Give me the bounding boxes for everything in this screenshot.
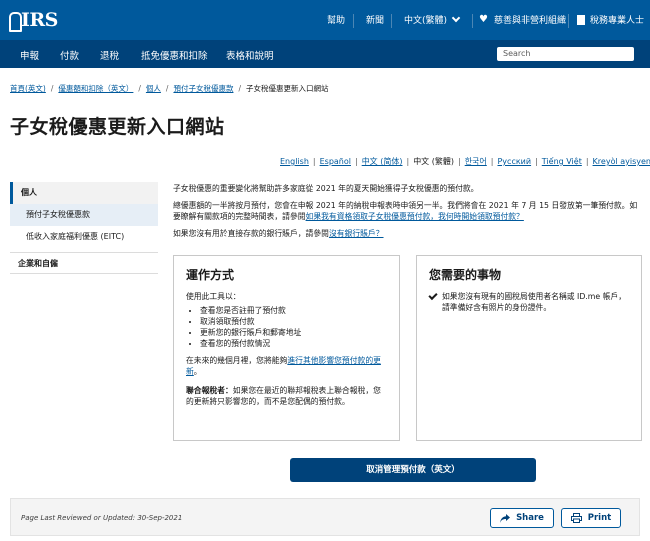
sidebar: 個人 預付子女稅優惠款 低收入家庭福利優惠 (EITC) 企業和自僱 xyxy=(10,182,158,274)
schedule-paragraph: 總優惠額的一半將按月預付，您會在申報 2021 年的納稅申報表時申領另一半。我們… xyxy=(173,200,638,222)
bank-paragraph: 如果您沒有用於直接存款的銀行賬戶，請參閱沒有銀行賬戶？ xyxy=(173,228,384,238)
breadcrumb-home[interactable]: 首頁(英文) xyxy=(10,84,46,93)
manage-payments-button[interactable]: 取消管理預付款（英文） xyxy=(290,458,536,482)
divider xyxy=(353,14,354,28)
logo-text: IRS xyxy=(21,9,58,31)
breadcrumb-credits[interactable]: 優惠額和扣除（英文） xyxy=(58,84,133,93)
news-link[interactable]: 新聞 xyxy=(366,13,384,26)
lang-english[interactable]: English xyxy=(280,157,309,166)
sidebar-item-business[interactable]: 企業和自僱 xyxy=(10,252,158,274)
share-icon xyxy=(500,513,511,523)
lang-korean[interactable]: 한국어 xyxy=(465,157,487,166)
top-bar: IRS 幫助 新聞 中文(繁體) ♥ 慈善與非營利組織 稅務專業人士 xyxy=(0,0,650,40)
divider xyxy=(568,14,569,28)
lang-russian[interactable]: Русский xyxy=(497,157,531,166)
lang-chinese-simplified[interactable]: 中文 (简体) xyxy=(362,157,403,166)
sidebar-item-child-credit[interactable]: 預付子女稅優惠款 xyxy=(10,204,158,226)
feature-list: 查看您是否註冊了預付款 取消領取預付款 更新您的銀行賬戶和郵寄地址 查看您的預付… xyxy=(200,305,387,349)
list-item: 取消領取預付款 xyxy=(200,316,387,327)
checkmark-icon xyxy=(428,290,438,301)
share-button[interactable]: Share xyxy=(490,508,554,528)
print-button[interactable]: Print xyxy=(561,508,621,528)
language-bar: English | Español | 中文 (简体) | 中文 (繁體) | 한국어 | Русс… xyxy=(280,157,650,166)
schedule-link[interactable]: 如果我有資格領取子女稅優惠預付款，我何時開始領取預付款？ xyxy=(306,212,524,221)
tax-pros-label: 稅務專業人士 xyxy=(590,16,645,26)
breadcrumb-individuals[interactable]: 個人 xyxy=(146,84,161,93)
intro-paragraph: 子女稅優惠的重要變化將幫助許多家庭從 2021 年的夏天開始獲得子女稅優惠的預付… xyxy=(173,184,479,193)
requirement-item: 如果您沒有現有的國稅局使用者名稱或 ID.me 帳戶，請準備好含有照片的身份證件… xyxy=(428,290,629,313)
divider xyxy=(472,14,473,28)
how-it-works-card: 運作方式 使用此工具以： 查看您是否註冊了預付款 取消領取預付款 更新您的銀行賬… xyxy=(173,255,400,441)
sidebar-item-personal[interactable]: 個人 xyxy=(10,182,158,204)
charities-link[interactable]: ♥ 慈善與非營利組織 xyxy=(479,13,566,26)
no-bank-account-link[interactable]: 沒有銀行賬戶？ xyxy=(329,229,384,238)
eagle-icon xyxy=(8,11,22,32)
printer-icon xyxy=(570,513,582,523)
card-title: 您需要的事物 xyxy=(429,268,502,282)
lang-chinese-traditional: 中文 (繁體) xyxy=(413,157,454,166)
card-intro: 使用此工具以： xyxy=(186,292,241,301)
what-you-need-card: 您需要的事物 如果您沒有現有的國稅局使用者名稱或 ID.me 帳戶，請準備好含有… xyxy=(416,255,642,441)
charities-label: 慈善與非營利組織 xyxy=(494,16,567,26)
lang-vietnamese[interactable]: Tiếng Việt xyxy=(542,157,582,166)
language-menu[interactable]: 中文(繁體) xyxy=(404,13,461,26)
list-item: 查看您是否註冊了預付款 xyxy=(200,305,387,316)
tax-pros-link[interactable]: 稅務專業人士 xyxy=(577,13,644,26)
document-icon xyxy=(577,14,585,25)
page-footer: Page Last Reviewed or Updated: 30-Sep-20… xyxy=(10,498,640,536)
nav-pay[interactable]: 付款 xyxy=(60,48,79,62)
future-updates-text: 在未來的幾個月裡，您將能夠進行其他影響您預付款的更新。 xyxy=(186,356,381,376)
last-reviewed-text: Page Last Reviewed or Updated: 30-Sep-20… xyxy=(21,514,183,522)
nav-file[interactable]: 申報 xyxy=(20,48,39,62)
irs-logo[interactable]: IRS xyxy=(8,9,58,32)
search-input[interactable]: Search xyxy=(497,47,634,61)
sidebar-item-eitc[interactable]: 低收入家庭福利優惠 (EITC) xyxy=(10,226,158,248)
language-label: 中文(繁體) xyxy=(404,16,448,26)
help-link[interactable]: 幫助 xyxy=(327,13,345,26)
list-item: 更新您的銀行賬戶和郵寄地址 xyxy=(200,327,387,338)
lang-spanish[interactable]: Español xyxy=(320,157,351,166)
nav-credits-deductions[interactable]: 抵免優惠和扣除 xyxy=(141,48,208,62)
lang-haitian-creole[interactable]: Kreyòl ayisyen xyxy=(593,157,650,166)
nav-refunds[interactable]: 退稅 xyxy=(100,48,119,62)
breadcrumb-advance-ctc[interactable]: 預付子女稅優惠款 xyxy=(173,84,233,93)
chevron-down-icon xyxy=(451,13,461,23)
intro-content: 子女稅優惠的重要變化將幫助許多家庭從 2021 年的夏天開始獲得子女稅優惠的預付… xyxy=(173,183,643,244)
page-title: 子女稅優惠更新入口網站 xyxy=(10,116,225,138)
joint-filers-text: 聯合報稅者：如果您在最近的聯邦報稅表上聯合報稅，您的更新將只影響您的，而不是您配… xyxy=(186,386,381,406)
nav-forms[interactable]: 表格和說明 xyxy=(226,48,274,62)
heart-hand-icon: ♥ xyxy=(479,13,488,25)
breadcrumb-current: 子女稅優惠更新入口網站 xyxy=(245,84,329,93)
card-title: 運作方式 xyxy=(186,268,235,282)
divider xyxy=(391,14,392,28)
breadcrumb: 首頁(英文) / 優惠額和扣除（英文） / 個人 / 預付子女稅優惠款 / 子女稅優惠更新入口網… xyxy=(10,84,329,93)
list-item: 查看您的預付款情況 xyxy=(200,338,387,349)
